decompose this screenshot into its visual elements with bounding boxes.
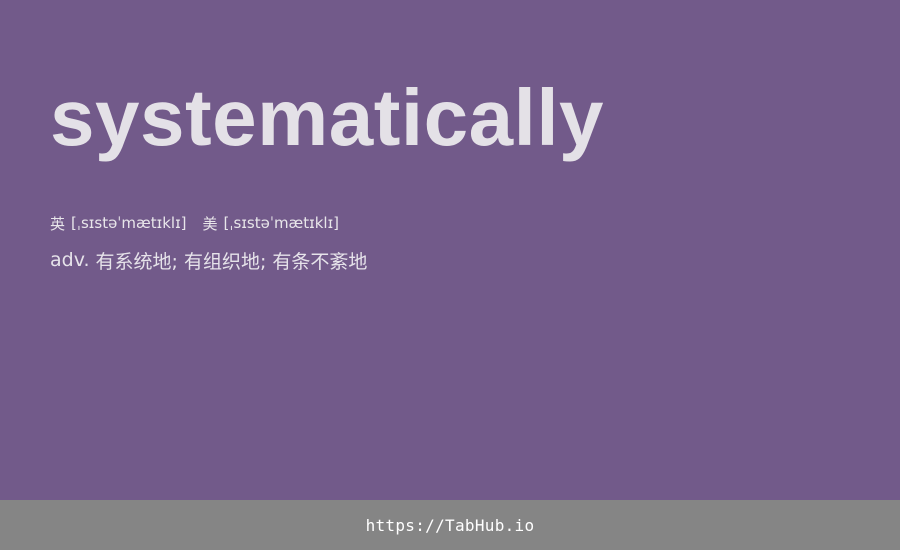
word-card: systematically 英 [ˌsɪstəˈmætɪklɪ] 美 [ˌsɪ…	[0, 0, 900, 500]
definition-text: 有系统地; 有组织地; 有条不紊地	[95, 250, 368, 273]
footer-bar: https://TabHub.io	[0, 500, 900, 550]
tabhub-link[interactable]: https://TabHub.io	[366, 516, 535, 535]
phonetics-row: 英 [ˌsɪstəˈmætɪklɪ] 美 [ˌsɪstəˈmætɪklɪ]	[50, 213, 339, 233]
definition-row: adv. 有系统地; 有组织地; 有条不紊地	[50, 247, 367, 273]
us-phonetic-transcription: [ˌsɪstəˈmætɪklɪ]	[223, 214, 340, 232]
us-pronunciation: 美 [ˌsɪstəˈmætɪklɪ]	[203, 213, 340, 234]
headword: systematically	[50, 73, 605, 162]
uk-pronunciation: 英 [ˌsɪstəˈmætɪklɪ]	[50, 213, 187, 234]
uk-accent-label: 英	[50, 214, 66, 233]
uk-phonetic-transcription: [ˌsɪstəˈmætɪklɪ]	[71, 214, 187, 232]
part-of-speech: adv.	[50, 249, 90, 271]
us-accent-label: 美	[202, 214, 218, 233]
